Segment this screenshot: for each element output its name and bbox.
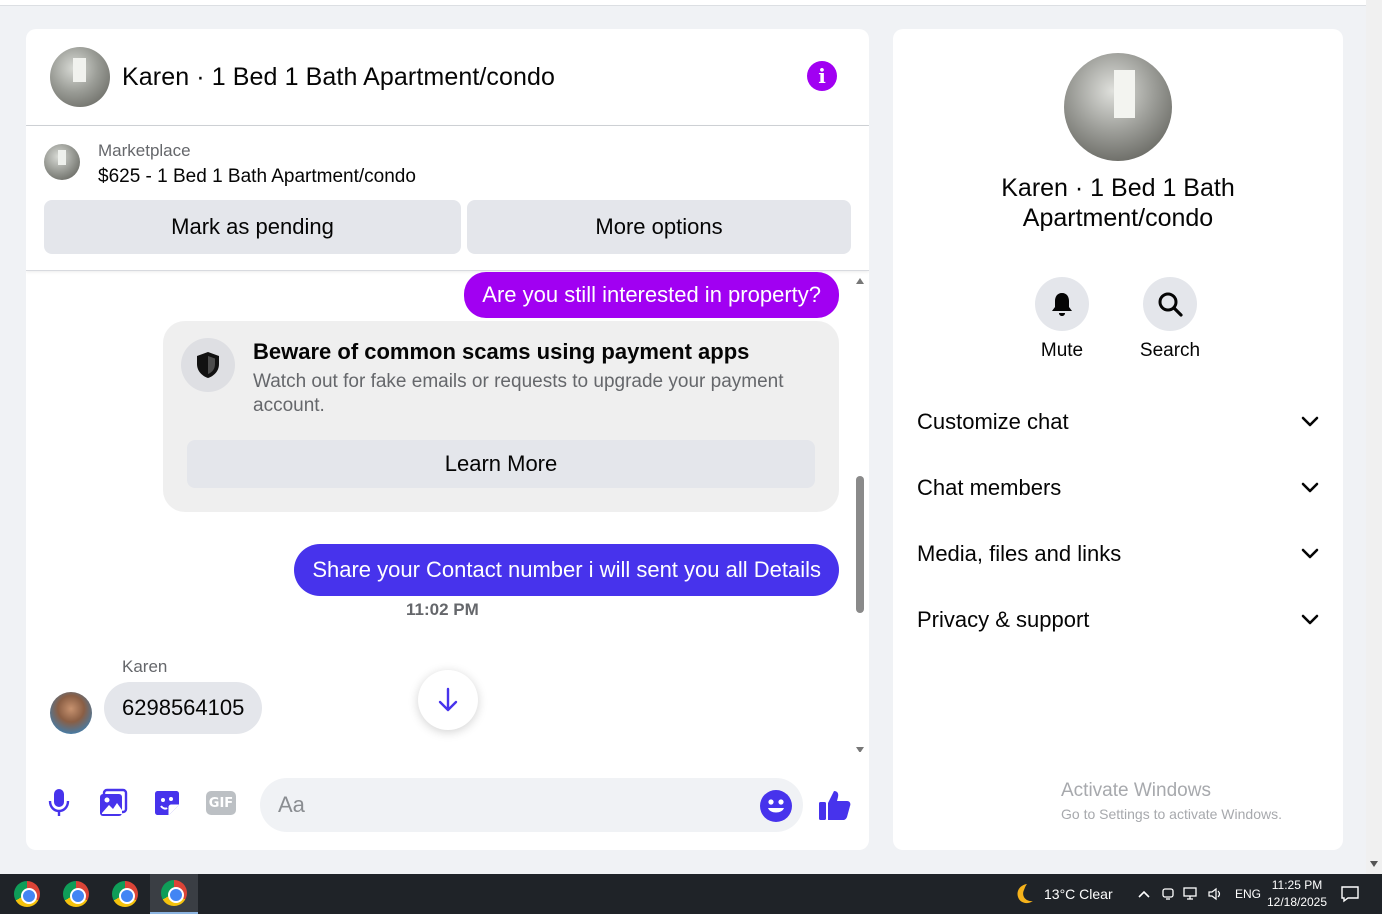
profile-name: Karen · 1 Bed 1 Bath Apartment/condo	[1001, 174, 1235, 232]
image-icon[interactable]	[96, 786, 130, 820]
section-label: Customize chat	[917, 409, 1069, 434]
message-timestamp: 11:02 PM	[406, 600, 479, 619]
sticker-icon[interactable]	[150, 786, 184, 820]
outgoing-message[interactable]: Share your Contact number i will sent yo…	[294, 544, 839, 596]
listing-price-title[interactable]: $625 - 1 Bed 1 Bath Apartment/condo	[98, 162, 416, 192]
microphone-icon[interactable]	[42, 786, 76, 820]
search-action[interactable]: Search	[1125, 277, 1215, 362]
chat-panel: Karen · 1 Bed 1 Bath Apartment/condo i M…	[26, 29, 869, 850]
message-scrollbar[interactable]	[853, 278, 867, 752]
listing-source: Marketplace	[98, 141, 191, 160]
taskbar-app-chrome[interactable]	[52, 874, 100, 914]
section-privacy-support[interactable]: Privacy & support	[917, 600, 1319, 640]
warning-title: Beware of common scams using payment app…	[253, 339, 750, 364]
taskbar-app-chrome-active[interactable]	[150, 874, 198, 914]
section-media-files-links[interactable]: Media, files and links	[917, 534, 1319, 574]
scrollbar-thumb[interactable]	[856, 476, 864, 613]
volume-icon[interactable]	[1207, 887, 1223, 901]
chevron-down-icon	[1301, 482, 1319, 493]
section-label: Media, files and links	[917, 541, 1122, 566]
profile-avatar[interactable]	[1064, 53, 1172, 161]
chrome-icon	[63, 881, 89, 907]
gif-icon[interactable]: GIF	[204, 786, 238, 820]
message-list[interactable]: Are you still interested in property? Be…	[26, 272, 869, 752]
scroll-down-arrow[interactable]	[856, 747, 864, 752]
taskbar-clock[interactable]: 11:25 PM 12/18/2025	[1262, 877, 1332, 911]
chrome-icon	[14, 881, 40, 907]
chevron-down-icon	[1301, 416, 1319, 427]
language-indicator[interactable]: ENG	[1235, 874, 1261, 914]
incoming-message[interactable]: 6298564105	[104, 682, 263, 734]
chrome-icon	[112, 881, 138, 907]
top-bar	[0, 0, 1366, 6]
message-composer: GIF	[26, 774, 869, 834]
taskbar-app-chrome[interactable]	[101, 874, 149, 914]
emoji-icon[interactable]	[760, 790, 792, 822]
arrow-down-icon	[438, 687, 458, 712]
warning-body: Watch out for fake emails or requests to…	[253, 371, 784, 416]
listing-thumbnail[interactable]	[44, 144, 80, 180]
weather-text: 13°C Clear	[1044, 886, 1113, 902]
scroll-down-arrow[interactable]	[1370, 861, 1378, 867]
mute-label: Mute	[1040, 340, 1084, 361]
gif-label: GIF	[206, 791, 236, 815]
search-icon[interactable]	[1143, 277, 1197, 331]
section-chat-members[interactable]: Chat members	[917, 468, 1319, 508]
chevron-up-icon[interactable]	[1137, 889, 1151, 899]
clock-date: 12/18/2025	[1266, 895, 1328, 909]
taskbar-app-chrome[interactable]	[3, 874, 51, 914]
chevron-down-icon	[1301, 614, 1319, 625]
taskbar: 13°C Clear ENG 11:25 PM 12/18/2025	[0, 874, 1382, 914]
page-scrollbar[interactable]	[1366, 0, 1382, 874]
outgoing-message[interactable]: Are you still interested in property?	[464, 272, 839, 318]
activate-subtitle: Go to Settings to activate Windows.	[1061, 806, 1282, 822]
conversation-details-panel: Karen · 1 Bed 1 Bath Apartment/condo Mut…	[893, 29, 1343, 850]
system-tray-icons[interactable]	[1137, 874, 1223, 914]
mark-as-pending-button[interactable]: Mark as pending	[44, 200, 461, 254]
weather-widget[interactable]: 13°C Clear	[1012, 874, 1113, 914]
section-label: Privacy & support	[917, 607, 1090, 632]
chrome-icon	[161, 880, 187, 906]
thumbs-up-icon[interactable]	[818, 788, 852, 827]
scroll-to-bottom-button[interactable]	[418, 670, 478, 730]
clock-time: 11:25 PM	[1271, 878, 1323, 892]
learn-more-button[interactable]: Learn More	[187, 440, 815, 488]
section-label: Chat members	[917, 475, 1062, 500]
shield-icon	[181, 338, 235, 392]
activate-windows-watermark: Activate Windows Go to Settings to activ…	[1061, 780, 1282, 822]
info-icon[interactable]: i	[807, 61, 837, 91]
chat-title[interactable]: Karen · 1 Bed 1 Bath Apartment/condo	[122, 63, 555, 92]
chat-avatar[interactable]	[50, 47, 110, 107]
scroll-up-arrow[interactable]	[856, 278, 864, 284]
scam-warning-card: Beware of common scams using payment app…	[163, 321, 839, 512]
more-options-button[interactable]: More options	[467, 200, 851, 254]
message-input[interactable]	[260, 778, 803, 832]
activate-title: Activate Windows	[1061, 780, 1211, 801]
mute-action[interactable]: Mute	[1017, 277, 1107, 362]
meet-icon[interactable]	[1161, 887, 1175, 901]
search-label: Search	[1139, 340, 1201, 361]
chevron-down-icon	[1301, 548, 1319, 559]
marketplace-listing: Marketplace $625 - 1 Bed 1 Bath Apartmen…	[26, 126, 869, 271]
notification-icon[interactable]	[1340, 874, 1360, 914]
moon-icon	[1017, 884, 1033, 904]
network-icon[interactable]	[1183, 887, 1199, 901]
sender-name: Karen	[122, 657, 168, 676]
chat-header: Karen · 1 Bed 1 Bath Apartment/condo i	[26, 29, 869, 126]
section-customize-chat[interactable]: Customize chat	[917, 402, 1319, 442]
sender-avatar[interactable]	[50, 692, 92, 734]
bell-icon[interactable]	[1035, 277, 1089, 331]
